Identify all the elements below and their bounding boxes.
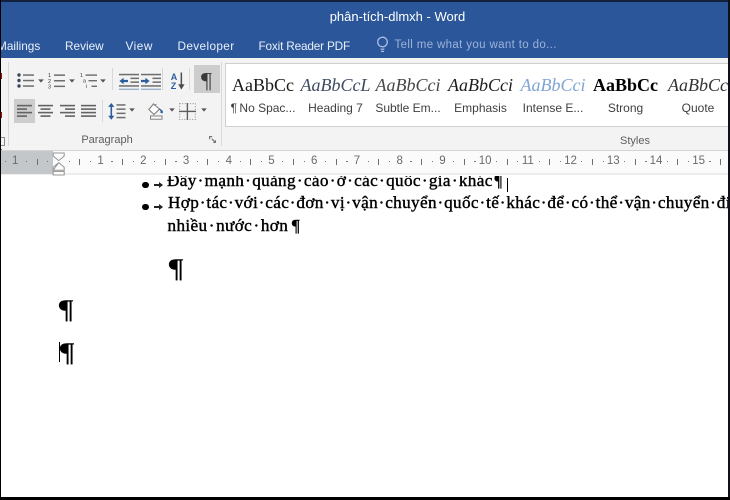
svg-text:Z: Z — [170, 81, 176, 91]
svg-text:3: 3 — [48, 85, 51, 90]
svg-text:i: i — [86, 84, 87, 89]
